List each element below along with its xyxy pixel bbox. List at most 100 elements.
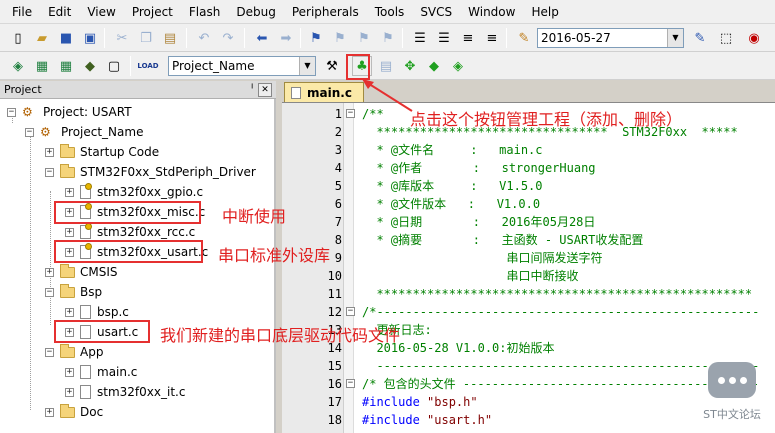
menu-help[interactable]: Help bbox=[523, 1, 566, 23]
stop-build-icon[interactable]: ▢ bbox=[104, 56, 124, 76]
find-in-files-icon[interactable]: ✎ bbox=[514, 28, 534, 48]
manage-rte-icon[interactable]: ✥ bbox=[400, 56, 420, 76]
paste-icon[interactable]: ▤ bbox=[160, 28, 180, 48]
pack-installer-icon[interactable]: ◆ bbox=[424, 56, 444, 76]
folder-icon bbox=[60, 163, 75, 178]
tree-item-doc[interactable]: + Doc bbox=[45, 402, 103, 422]
close-icon[interactable]: ✕ bbox=[258, 83, 272, 97]
copy-icon[interactable]: ❐ bbox=[136, 28, 156, 48]
save-icon[interactable]: ■ bbox=[56, 28, 76, 48]
find-combo[interactable]: 2016-05-27 ▼ bbox=[537, 28, 684, 48]
tree-label: stm32f0xx_gpio.c bbox=[97, 185, 204, 199]
fold-toggle-icon[interactable]: − bbox=[346, 109, 355, 118]
tree-item-main-file[interactable]: + main.c bbox=[65, 362, 137, 382]
multi-project-icon[interactable]: ◈ bbox=[448, 56, 468, 76]
tree-item-target[interactable]: − ⚙ Project_Name bbox=[25, 122, 143, 142]
next-bookmark-icon[interactable]: ⚑ bbox=[354, 28, 374, 48]
tree-item-it-file[interactable]: + stm32f0xx_it.c bbox=[65, 382, 185, 402]
tree-item-bsp-group[interactable]: − Bsp bbox=[45, 282, 102, 302]
save-all-icon[interactable]: ▣ bbox=[80, 28, 100, 48]
file-icon bbox=[80, 183, 92, 199]
line-number: 3 bbox=[334, 143, 342, 157]
menu-flash[interactable]: Flash bbox=[181, 1, 228, 23]
download-label: LOAD bbox=[137, 62, 159, 70]
code-line: 6 * @文件版本 : V1.0.0 bbox=[282, 195, 775, 213]
chevron-down-icon[interactable]: ▼ bbox=[667, 29, 683, 47]
open-folder-icon[interactable]: ▰ bbox=[32, 28, 52, 48]
new-file-icon[interactable]: ▯ bbox=[8, 28, 28, 48]
menu-edit[interactable]: Edit bbox=[40, 1, 79, 23]
navigate-back-icon[interactable]: ⬅ bbox=[252, 28, 272, 48]
pin-icon[interactable]: ᅵ bbox=[245, 81, 254, 99]
expand-icon[interactable]: + bbox=[65, 227, 74, 237]
menu-file[interactable]: File bbox=[4, 1, 40, 23]
code-text: * @文件版本 : V1.0.0 bbox=[362, 197, 541, 211]
annotation-arrow bbox=[362, 79, 413, 112]
expand-icon[interactable]: + bbox=[45, 267, 54, 277]
tree-item-rcc-file[interactable]: + stm32f0xx_rcc.c bbox=[65, 222, 195, 242]
expand-icon[interactable]: + bbox=[65, 387, 74, 397]
tab-main-c[interactable]: main.c bbox=[284, 82, 364, 102]
build-icon[interactable]: ▦ bbox=[32, 56, 52, 76]
select-packs-icon[interactable]: ▤ bbox=[376, 56, 396, 76]
redo-icon[interactable]: ↷ bbox=[218, 28, 238, 48]
tree-item-startup-code[interactable]: + Startup Code bbox=[45, 142, 159, 162]
chevron-down-icon[interactable]: ▼ bbox=[299, 57, 315, 75]
code-line: 12−/*-----------------------------------… bbox=[282, 303, 775, 321]
cut-icon[interactable]: ✂ bbox=[112, 28, 132, 48]
navigate-forward-icon[interactable]: ➡ bbox=[276, 28, 296, 48]
collapse-icon[interactable]: − bbox=[7, 107, 16, 117]
comment-icon[interactable]: ≡ bbox=[458, 28, 478, 48]
expand-icon[interactable]: + bbox=[65, 187, 74, 197]
menu-svcs[interactable]: SVCS bbox=[412, 1, 460, 23]
batch-build-icon[interactable]: ◆ bbox=[80, 56, 100, 76]
collapse-icon[interactable]: − bbox=[45, 167, 54, 177]
target-select[interactable]: Project_Name ▼ bbox=[168, 56, 316, 76]
menu-tools[interactable]: Tools bbox=[367, 1, 413, 23]
tree-item-app-group[interactable]: − App bbox=[45, 342, 103, 362]
fold-toggle-icon[interactable]: − bbox=[346, 307, 355, 316]
menu-debug[interactable]: Debug bbox=[228, 1, 283, 23]
find-icon[interactable]: ✎ bbox=[690, 28, 710, 48]
annotation-usart-driver: 我们新建的串口底层驱动代码文件 bbox=[160, 326, 401, 345]
fold-toggle-icon[interactable]: − bbox=[346, 379, 355, 388]
undo-icon[interactable]: ↶ bbox=[194, 28, 214, 48]
collapse-icon[interactable]: − bbox=[45, 287, 54, 297]
indent-icon[interactable]: ☰ bbox=[410, 28, 430, 48]
target-options-icon[interactable]: ⚒ bbox=[322, 56, 342, 76]
bookmark-icon[interactable]: ⚑ bbox=[306, 28, 326, 48]
incremental-find-icon[interactable]: ⬚ bbox=[716, 28, 736, 48]
code-line: 8 * @摘要 : 主函数 - USART收发配置 bbox=[282, 231, 775, 249]
editor-tab-strip: main.c bbox=[282, 81, 775, 102]
debug-session-icon[interactable]: ◉ bbox=[744, 28, 764, 48]
menu-project[interactable]: Project bbox=[124, 1, 181, 23]
tree-label: STM32F0xx_StdPeriph_Driver bbox=[80, 165, 256, 179]
tree-label: Project: USART bbox=[43, 105, 132, 119]
clear-bookmarks-icon[interactable]: ⚑ bbox=[378, 28, 398, 48]
tree-label: stm32f0xx_rcc.c bbox=[97, 225, 196, 239]
translate-icon[interactable]: ◈ bbox=[8, 56, 28, 76]
prev-bookmark-icon[interactable]: ⚑ bbox=[330, 28, 350, 48]
expand-icon[interactable]: + bbox=[65, 367, 74, 377]
unindent-icon[interactable]: ☰ bbox=[434, 28, 454, 48]
collapse-icon[interactable]: − bbox=[45, 347, 54, 357]
folder-icon bbox=[60, 403, 75, 418]
code-text: 串口中断接收 bbox=[362, 269, 579, 283]
tree-label: App bbox=[80, 345, 104, 359]
tree-item-gpio-file[interactable]: + stm32f0xx_gpio.c bbox=[65, 182, 203, 202]
tree-item-project-root[interactable]: − ⚙ Project: USART bbox=[7, 102, 132, 122]
tree-item-cmsis[interactable]: + CMSIS bbox=[45, 262, 118, 282]
menu-view[interactable]: View bbox=[79, 1, 123, 23]
expand-icon[interactable]: + bbox=[65, 307, 74, 317]
expand-icon[interactable]: + bbox=[45, 407, 54, 417]
rebuild-icon[interactable]: ▦ bbox=[56, 56, 76, 76]
download-icon[interactable]: LOAD bbox=[137, 56, 159, 76]
collapse-icon[interactable]: − bbox=[25, 127, 34, 137]
menu-window[interactable]: Window bbox=[460, 1, 523, 23]
tree-item-bsp-file[interactable]: + bsp.c bbox=[65, 302, 129, 322]
tree-item-driver-group[interactable]: − STM32F0xx_StdPeriph_Driver bbox=[45, 162, 256, 182]
file-icon bbox=[291, 86, 301, 99]
menu-peripherals[interactable]: Peripherals bbox=[284, 1, 367, 23]
uncomment-icon[interactable]: ≡ bbox=[482, 28, 502, 48]
expand-icon[interactable]: + bbox=[45, 147, 54, 157]
